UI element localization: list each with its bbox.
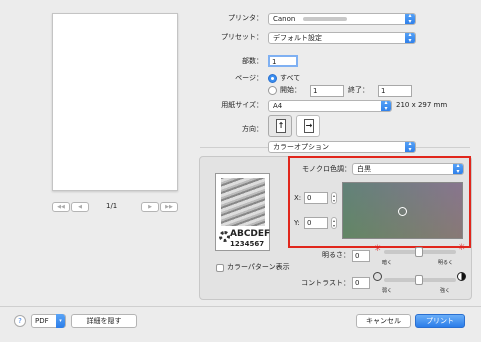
pages-range-radio[interactable] bbox=[268, 86, 277, 95]
pdf-label: PDF bbox=[35, 317, 49, 325]
brightness-slider[interactable] bbox=[384, 247, 456, 257]
copies-field[interactable]: 1 bbox=[268, 55, 298, 67]
x-field[interactable]: 0 bbox=[304, 192, 328, 204]
last-page-button[interactable]: ▶▶ bbox=[160, 202, 178, 212]
printer-label: プリンタ： bbox=[228, 14, 263, 22]
prev-page-button[interactable]: ◀ bbox=[71, 202, 89, 212]
y-stepper[interactable]: ▴ ▾ bbox=[331, 217, 337, 229]
preset-value: デフォルト設定 bbox=[273, 34, 322, 42]
printer-name-blurred bbox=[303, 17, 347, 21]
chevron-updown-icon: ▴ ▾ bbox=[405, 142, 415, 152]
sample-text-line1: ABCDEF bbox=[230, 229, 271, 239]
y-field[interactable]: 0 bbox=[304, 217, 328, 229]
sun-low-icon: ✳ bbox=[374, 244, 382, 254]
pages-from-field[interactable]: 1 bbox=[310, 85, 344, 97]
sample-text-line2: 1234567 bbox=[230, 240, 265, 248]
hide-details-button[interactable]: 詳細を隠す bbox=[71, 314, 137, 328]
brightness-high-label: 明るく bbox=[438, 260, 454, 266]
contrast-thumb[interactable] bbox=[415, 275, 423, 285]
printer-select[interactable]: Canon ▴ ▾ bbox=[268, 13, 416, 25]
paper-size-select[interactable]: A4 ▴ ▾ bbox=[268, 100, 392, 112]
chevron-updown-icon: ▴ ▾ bbox=[453, 164, 463, 174]
pdf-button[interactable]: PDF ▾ bbox=[31, 314, 66, 328]
pages-label: ページ： bbox=[235, 74, 263, 82]
pages-all-radio[interactable] bbox=[268, 74, 277, 83]
section-value: カラーオプション bbox=[273, 143, 329, 151]
preset-select[interactable]: デフォルト設定 ▴ ▾ bbox=[268, 32, 416, 44]
sun-high-icon: ✳ bbox=[458, 243, 466, 253]
pages-to-label: 終了： bbox=[348, 86, 369, 94]
paper-size-label: 用紙サイズ： bbox=[221, 101, 263, 109]
brightness-label: 明るさ： bbox=[322, 251, 350, 259]
copies-label: 部数： bbox=[242, 57, 263, 65]
brightness-thumb[interactable] bbox=[415, 247, 423, 257]
contrast-field[interactable]: 0 bbox=[352, 277, 370, 289]
portrait-orientation-button[interactable]: ↑ bbox=[268, 115, 292, 137]
gear-icon bbox=[219, 231, 230, 242]
contrast-label: コントラスト： bbox=[301, 279, 350, 287]
pencils-image bbox=[221, 178, 265, 226]
orientation-label: 方向： bbox=[242, 125, 263, 133]
crosshair-icon[interactable] bbox=[398, 207, 407, 216]
chevron-updown-icon: ▴ ▾ bbox=[381, 101, 391, 111]
pages-to-field[interactable]: 1 bbox=[378, 85, 412, 97]
mono-tone-label: モノクロ色調： bbox=[302, 165, 351, 173]
section-select[interactable]: カラーオプション ▴ ▾ bbox=[268, 141, 416, 153]
mono-tone-value: 白黒 bbox=[357, 165, 371, 173]
x-stepper[interactable]: ▴ ▾ bbox=[331, 192, 337, 204]
landscape-icon: → bbox=[304, 119, 314, 133]
color-pattern-label: カラーパターン表示 bbox=[227, 263, 290, 271]
cancel-button[interactable]: キャンセル bbox=[356, 314, 411, 328]
contrast-high-icon bbox=[457, 272, 466, 281]
contrast-low-label: 弱く bbox=[382, 288, 393, 294]
sample-preview: ABCDEF 1234567 bbox=[215, 173, 270, 251]
brightness-field[interactable]: 0 bbox=[352, 250, 370, 262]
chevron-updown-icon: ▴ ▾ bbox=[405, 33, 415, 43]
print-button[interactable]: プリント bbox=[415, 314, 465, 328]
contrast-slider[interactable] bbox=[384, 275, 456, 285]
next-page-button[interactable]: ▶ bbox=[141, 202, 159, 212]
brightness-low-label: 暗く bbox=[382, 260, 393, 266]
contrast-high-label: 強く bbox=[440, 288, 451, 294]
print-preview bbox=[52, 13, 178, 191]
color-adjust-grid[interactable] bbox=[342, 182, 463, 239]
first-page-button[interactable]: ◀◀ bbox=[52, 202, 70, 212]
mono-tone-select[interactable]: 白黒 ▴ ▾ bbox=[352, 163, 464, 175]
pdf-chevron-icon: ▾ bbox=[56, 314, 65, 328]
pages-from-label: 開始： bbox=[280, 86, 301, 94]
color-pattern-checkbox[interactable] bbox=[216, 264, 224, 272]
y-label: Y: bbox=[294, 219, 300, 227]
portrait-icon: ↑ bbox=[276, 119, 286, 133]
landscape-orientation-button[interactable]: → bbox=[296, 115, 320, 137]
paper-dimensions: 210 x 297 mm bbox=[396, 101, 448, 109]
printer-value: Canon bbox=[273, 15, 296, 23]
paper-size-value: A4 bbox=[273, 102, 283, 110]
footer-divider bbox=[0, 306, 481, 307]
pages-all-label: すべて bbox=[280, 74, 301, 82]
help-button[interactable]: ? bbox=[14, 315, 26, 327]
x-label: X: bbox=[294, 194, 302, 202]
chevron-updown-icon: ▴ ▾ bbox=[405, 14, 415, 24]
page-indicator: 1/1 bbox=[106, 202, 118, 210]
preset-label: プリセット： bbox=[221, 33, 263, 41]
contrast-low-icon bbox=[373, 272, 382, 281]
